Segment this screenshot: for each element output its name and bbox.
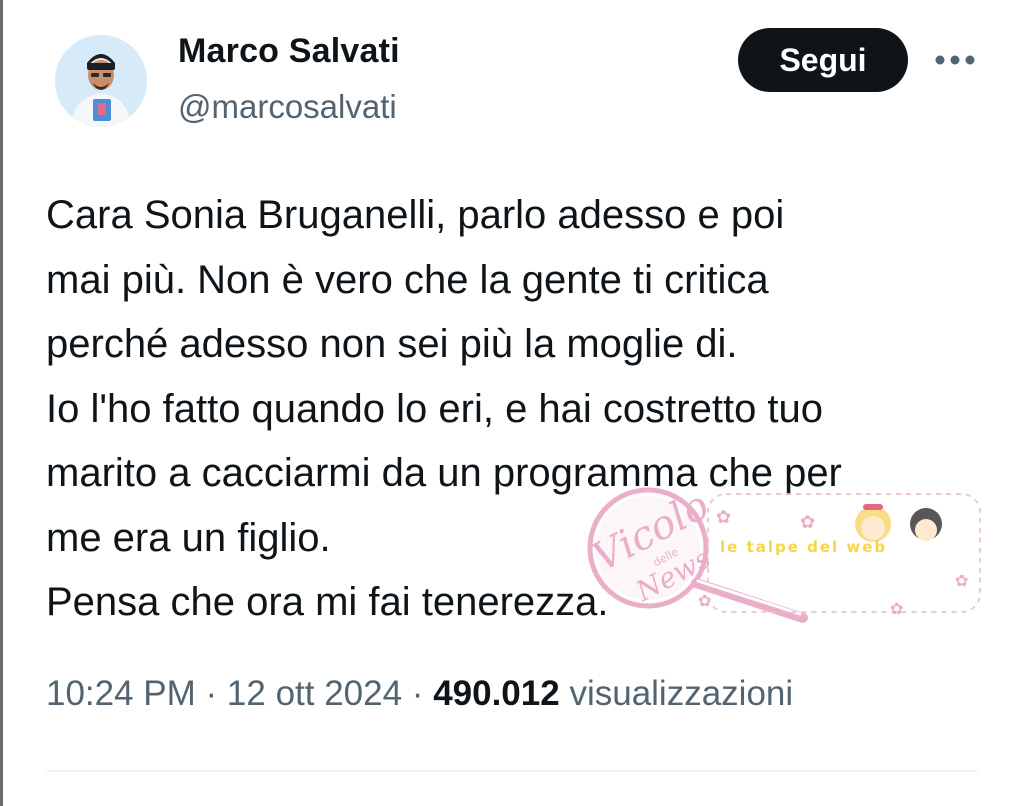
follow-button-label: Segui xyxy=(779,41,867,78)
profile-photo-icon xyxy=(55,35,147,127)
tweet-line: perché adesso non sei più la moglie di. xyxy=(46,322,738,366)
window-left-edge xyxy=(0,0,3,806)
views-count: 490.012 xyxy=(433,674,560,713)
meta-separator: · xyxy=(195,674,227,713)
views-label-spacer xyxy=(560,674,570,713)
tweet-meta: 10:24 PM · 12 ott 2024 · 490.012 visuali… xyxy=(46,674,793,714)
tweet-line: mai più. Non è vero che la gente ti crit… xyxy=(46,257,769,302)
meta-separator: · xyxy=(402,674,434,713)
tweet-time[interactable]: 10:24 PM xyxy=(46,674,196,713)
views-label: visualizzazioni xyxy=(569,674,794,713)
tweet-line: Io l'ho fatto quando lo eri, e hai costr… xyxy=(46,386,824,431)
tweet-line: Cara Sonia Bruganelli, parlo adesso e po… xyxy=(46,193,785,237)
display-name[interactable]: Marco Salvati xyxy=(178,32,400,71)
tweet-date[interactable]: 12 ott 2024 xyxy=(227,674,402,713)
user-handle[interactable]: @marcosalvati xyxy=(178,88,397,126)
svg-text:✿: ✿ xyxy=(890,601,903,618)
more-dots-icon xyxy=(935,55,975,65)
svg-text:✿: ✿ xyxy=(955,573,968,590)
svg-text:✿: ✿ xyxy=(800,512,815,532)
follow-button[interactable]: Segui xyxy=(738,28,908,92)
divider xyxy=(46,770,978,772)
avatar[interactable] xyxy=(55,35,147,127)
more-options-button[interactable] xyxy=(928,38,982,82)
talpe-watermark-text: le talpe del web xyxy=(720,538,888,556)
